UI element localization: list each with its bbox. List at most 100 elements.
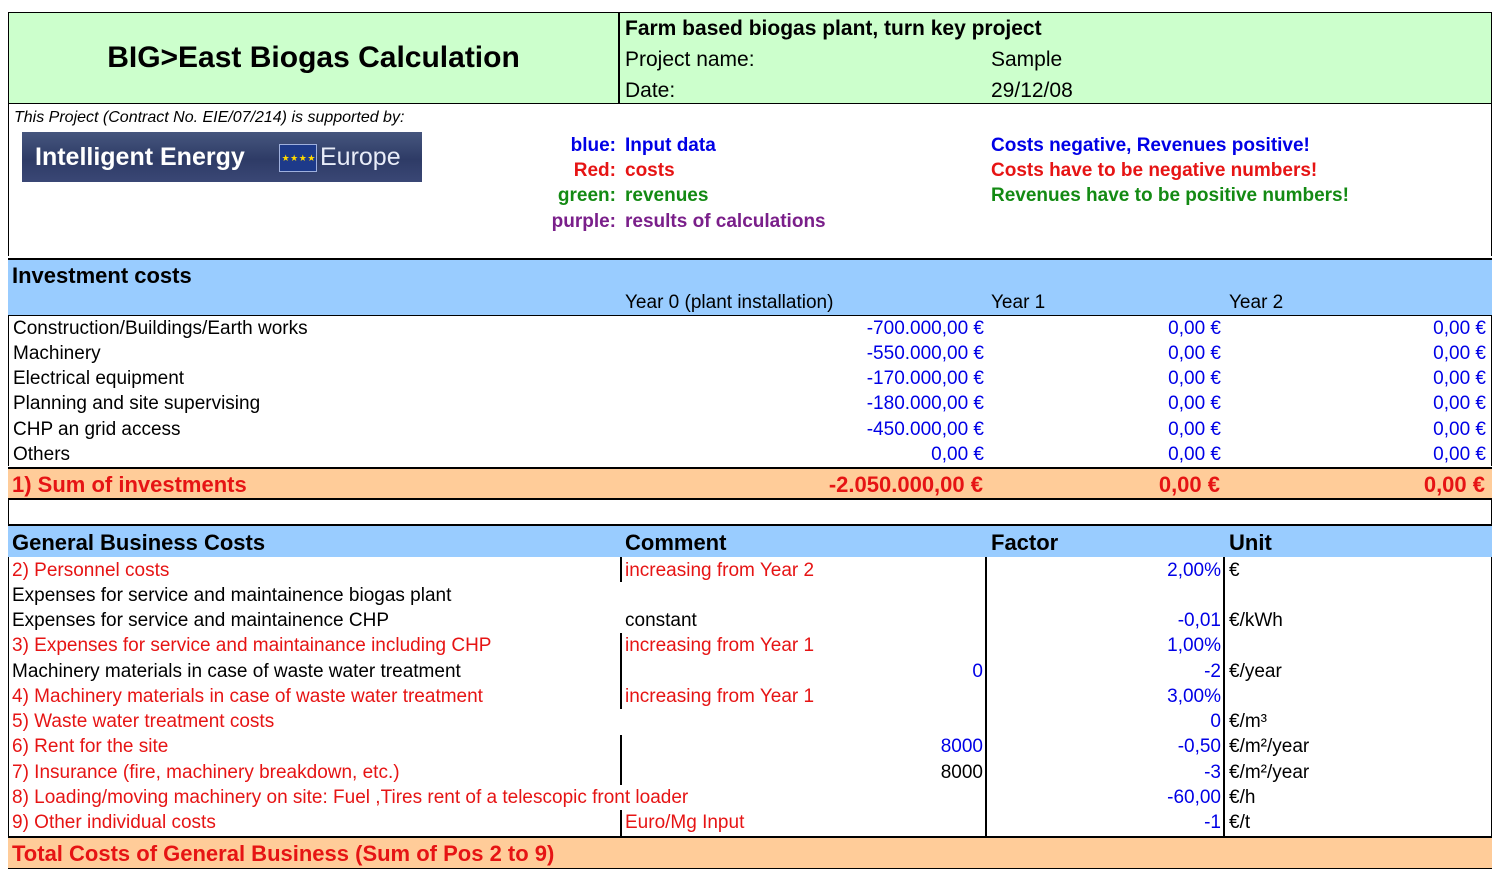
- gbc-row-factor[interactable]: -2: [1000, 659, 1221, 684]
- investment-title: Investment costs: [12, 263, 192, 288]
- investment-row-year2[interactable]: 0,00 €: [1239, 417, 1486, 442]
- col-unit-header: Unit: [1229, 530, 1272, 555]
- investment-row-year1[interactable]: 0,00 €: [999, 442, 1221, 467]
- investment-row-year1[interactable]: 0,00 €: [999, 391, 1221, 416]
- gbc-row-unit: €/t: [1229, 812, 1251, 833]
- main-title: BIG>East Biogas Calculation: [107, 41, 520, 74]
- col-comment-header: Comment: [625, 530, 727, 555]
- note-revenues-numbers: Revenues have to be positive numbers!: [991, 185, 1349, 206]
- column-divider: [620, 735, 622, 785]
- gbc-row-factor[interactable]: 2,00%: [1000, 558, 1221, 583]
- sum-year0: -2.050.000,00 €: [828, 472, 983, 497]
- gbc-row-comment: Euro/Mg Input: [625, 812, 745, 833]
- legend-key-red: Red:: [573, 160, 616, 181]
- investment-row-year0[interactable]: -700.000,00 €: [649, 316, 984, 341]
- support-text: This Project (Contract No. EIE/07/214) i…: [14, 109, 405, 126]
- gbc-row-factor[interactable]: 1,00%: [1000, 633, 1221, 658]
- legend-key-purple: purple:: [551, 211, 616, 232]
- investment-row-label: CHP an grid access: [13, 419, 181, 440]
- investment-row-year2[interactable]: 0,00 €: [1239, 442, 1486, 467]
- investment-row-year2[interactable]: 0,00 €: [1239, 366, 1486, 391]
- gbc-row-factor[interactable]: -1: [1000, 810, 1221, 835]
- gbc-row-input[interactable]: 8000: [840, 734, 983, 759]
- investment-row-year1[interactable]: 0,00 €: [999, 316, 1221, 341]
- legend-key-blue: blue:: [570, 135, 616, 156]
- gbc-row-factor[interactable]: 0: [1000, 709, 1221, 734]
- logo-text-europe: Europe: [320, 143, 401, 171]
- gbc-row-label: Expenses for service and maintainence CH…: [12, 610, 390, 631]
- investment-row-year1[interactable]: 0,00 €: [999, 341, 1221, 366]
- gbc-row-factor[interactable]: 3,00%: [1000, 684, 1221, 709]
- legend-value-purple: results of calculations: [625, 211, 826, 232]
- legend-value-green: revenues: [625, 185, 709, 206]
- gbc-row-unit: €/m³: [1229, 711, 1267, 732]
- note-costs-negative: Costs negative, Revenues positive!: [991, 135, 1310, 156]
- project-subtitle: Farm based biogas plant, turn key projec…: [625, 17, 1042, 40]
- column-divider: [620, 557, 622, 582]
- sum-year1: 0,00 €: [1158, 472, 1220, 497]
- investment-row-year0[interactable]: -170.000,00 €: [649, 366, 984, 391]
- investment-row-year1[interactable]: 0,00 €: [999, 366, 1221, 391]
- gbc-row-unit: €: [1229, 560, 1240, 581]
- note-costs-numbers: Costs have to be negative numbers!: [991, 160, 1318, 181]
- legend-value-blue: Input data: [625, 135, 716, 156]
- investment-row-year1[interactable]: 0,00 €: [999, 417, 1221, 442]
- title-cell: BIG>East Biogas Calculation: [8, 12, 620, 104]
- gbc-row-comment: increasing from Year 1: [625, 686, 815, 707]
- gbc-row-comment: constant: [625, 610, 697, 631]
- logo-text-intelligent-energy: Intelligent Energy: [35, 143, 245, 171]
- column-divider: [985, 557, 987, 836]
- eu-flag-icon: ★ ★ ★ ★: [279, 144, 317, 172]
- investment-row-year0[interactable]: -180.000,00 €: [649, 391, 984, 416]
- gbc-row-factor[interactable]: -0,01: [1000, 608, 1221, 633]
- gbc-row-label: 4) Machinery materials in case of waste …: [12, 686, 483, 707]
- gbc-row-unit: €/year: [1229, 661, 1282, 682]
- gbc-row-label: Machinery materials in case of waste wat…: [12, 661, 461, 682]
- column-divider: [620, 810, 622, 836]
- gbc-row-unit: €/m²/year: [1229, 736, 1310, 757]
- gbc-row-label: 8) Loading/moving machinery on site: Fue…: [12, 787, 689, 808]
- column-divider: [620, 633, 622, 709]
- gbc-row-factor[interactable]: -60,00: [1000, 785, 1221, 810]
- total-gbc-label: Total Costs of General Business (Sum of …: [12, 841, 555, 866]
- col-year2-header: Year 2: [1229, 292, 1284, 313]
- gbc-row-label: 5) Waste water treatment costs: [12, 711, 275, 732]
- gbc-row-label: 7) Insurance (fire, machinery breakdown,…: [12, 762, 400, 783]
- gbc-row-factor[interactable]: -3: [1000, 760, 1221, 785]
- date-value[interactable]: 29/12/08: [991, 78, 1073, 103]
- investment-row-year2[interactable]: 0,00 €: [1239, 316, 1486, 341]
- legend-key-green: green:: [557, 185, 616, 206]
- investment-row-year0[interactable]: -550.000,00 €: [649, 341, 984, 366]
- gbc-row-label: Expenses for service and maintainence bi…: [12, 585, 452, 606]
- gbc-row-label: 9) Other individual costs: [12, 812, 216, 833]
- gbc-row-unit: €/h: [1229, 787, 1256, 808]
- spacer-row: [8, 500, 1492, 524]
- investment-row-label: Construction/Buildings/Earth works: [13, 318, 308, 339]
- gbc-row-comment: increasing from Year 2: [625, 560, 815, 581]
- total-gbc-row: Total Costs of General Business (Sum of …: [8, 836, 1492, 869]
- investment-row-label: Machinery: [13, 343, 101, 364]
- column-divider: [1223, 557, 1225, 836]
- gbc-header: General Business Costs Comment Factor Un…: [8, 524, 1492, 557]
- project-name-value[interactable]: Sample: [991, 47, 1062, 72]
- sum-label: 1) Sum of investments: [12, 472, 247, 497]
- col-factor-header: Factor: [991, 530, 1059, 555]
- gbc-row-input[interactable]: 8000: [840, 760, 983, 785]
- gbc-title: General Business Costs: [12, 530, 266, 555]
- gbc-row-label: 6) Rent for the site: [12, 736, 169, 757]
- sum-year2: 0,00 €: [1423, 472, 1485, 497]
- gbc-row-factor[interactable]: -0,50: [1000, 734, 1221, 759]
- investment-row-year0[interactable]: -450.000,00 €: [649, 417, 984, 442]
- investment-row-year0[interactable]: 0,00 €: [649, 442, 984, 467]
- col-year1-header: Year 1: [991, 292, 1046, 313]
- gbc-row-input[interactable]: 0: [840, 659, 983, 684]
- investment-table: Construction/Buildings/Earth works -700.…: [8, 316, 1492, 466]
- gbc-row-unit: €/kWh: [1229, 610, 1283, 631]
- investment-row-year2[interactable]: 0,00 €: [1239, 391, 1486, 416]
- intelligent-energy-europe-logo: Intelligent Energy ★ ★ ★ ★ Europe: [22, 132, 422, 182]
- col-year0-header: Year 0 (plant installation): [625, 292, 834, 313]
- investment-row-year2[interactable]: 0,00 €: [1239, 341, 1486, 366]
- date-label: Date:: [625, 79, 676, 102]
- project-name-label: Project name:: [625, 48, 755, 71]
- investment-row-label: Planning and site supervising: [13, 393, 261, 414]
